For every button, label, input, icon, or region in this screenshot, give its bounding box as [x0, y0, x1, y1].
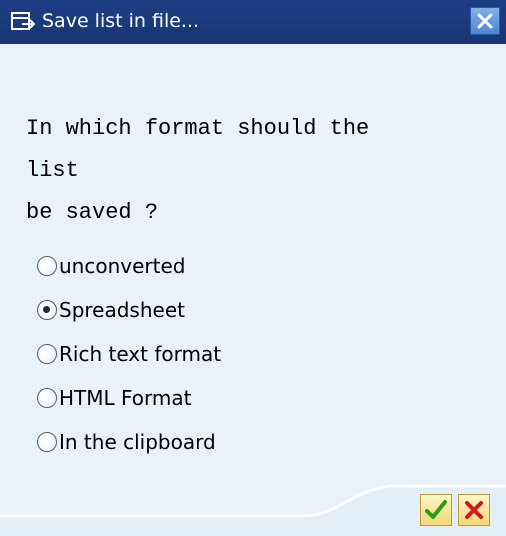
option-label: Rich text format [59, 342, 222, 366]
question-line: list [26, 158, 79, 183]
option-label: Spreadsheet [59, 298, 185, 322]
ok-button[interactable] [420, 494, 452, 526]
option-html-format[interactable]: HTML Format [37, 376, 477, 420]
option-rich-text-format[interactable]: Rich text format [37, 332, 477, 376]
option-unconverted[interactable]: unconverted [37, 244, 477, 288]
radio-button[interactable] [37, 344, 57, 364]
radio-button[interactable] [37, 256, 57, 276]
close-button[interactable] [470, 7, 500, 35]
save-list-icon [10, 10, 38, 34]
option-clipboard[interactable]: In the clipboard [37, 420, 477, 464]
option-spreadsheet[interactable]: Spreadsheet [37, 288, 477, 332]
cancel-button[interactable] [458, 494, 490, 526]
radio-button[interactable] [37, 432, 57, 452]
option-label: In the clipboard [59, 430, 216, 454]
checkmark-icon [425, 500, 447, 519]
cancel-x-icon [465, 501, 483, 519]
title-bar[interactable]: Save list in file... [0, 0, 506, 44]
dialog-title: Save list in file... [42, 10, 200, 32]
question-line: In which format should the [26, 116, 370, 141]
radio-button[interactable] [37, 300, 57, 320]
close-icon [477, 13, 493, 29]
radio-button[interactable] [37, 388, 57, 408]
format-options: unconverted Spreadsheet Rich text format… [37, 244, 477, 464]
option-label: HTML Format [59, 386, 192, 410]
question-text: In which format should the list be saved… [26, 108, 486, 234]
radio-selected-dot [43, 306, 50, 313]
question-line: be saved ? [26, 200, 159, 225]
option-label: unconverted [59, 254, 186, 278]
save-list-dialog: Save list in file... In which format sho… [0, 0, 506, 536]
